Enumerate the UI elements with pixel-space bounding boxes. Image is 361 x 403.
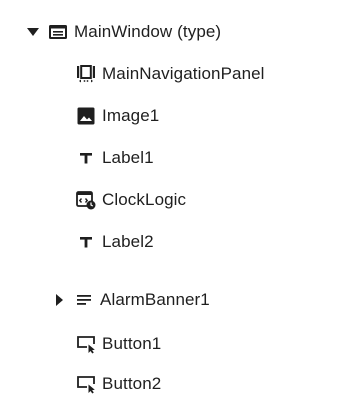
text-label-icon — [76, 148, 96, 168]
collapse-arrow-icon[interactable] — [52, 293, 66, 307]
tree-item-label1[interactable]: Label1 — [76, 138, 361, 178]
tree-item-alarmbanner1[interactable]: AlarmBanner1 — [52, 280, 361, 320]
tree-item-clocklogic[interactable]: ClockLogic — [76, 180, 361, 220]
tree-item-label2[interactable]: Label2 — [76, 222, 361, 262]
image-icon — [76, 106, 96, 126]
tree-item-button1[interactable]: Button1 — [76, 324, 361, 364]
tree-item-label: AlarmBanner1 — [100, 290, 210, 309]
tree-item-label: MainWindow (type) — [74, 22, 222, 41]
tree-item-image1[interactable]: Image1 — [76, 96, 361, 136]
tree-item-label: ClockLogic — [102, 190, 187, 209]
tree-item-mainnavigationpanel[interactable]: MainNavigationPanel — [76, 54, 361, 94]
window-icon — [48, 22, 68, 42]
tree-item-label: Label1 — [102, 148, 154, 167]
object-tree: MainWindow (type) MainNavigationPanel Im… — [0, 0, 361, 403]
tree-item-label: MainNavigationPanel — [102, 64, 265, 83]
tree-item-label: Button2 — [102, 374, 162, 393]
button-cursor-icon — [76, 334, 96, 354]
tree-item-label: Label2 — [102, 232, 154, 251]
tree-item-mainwindow[interactable]: MainWindow (type) — [26, 12, 361, 52]
tree-item-label: Image1 — [102, 106, 160, 125]
tree-item-label: Button1 — [102, 334, 162, 353]
button-cursor-icon — [76, 374, 96, 394]
text-label-icon — [76, 232, 96, 252]
script-logic-icon — [76, 190, 96, 210]
tree-item-button2[interactable]: Button2 — [76, 364, 361, 403]
navigation-panel-icon — [76, 64, 96, 84]
list-banner-icon — [74, 290, 94, 310]
expand-arrow-icon[interactable] — [26, 25, 40, 39]
